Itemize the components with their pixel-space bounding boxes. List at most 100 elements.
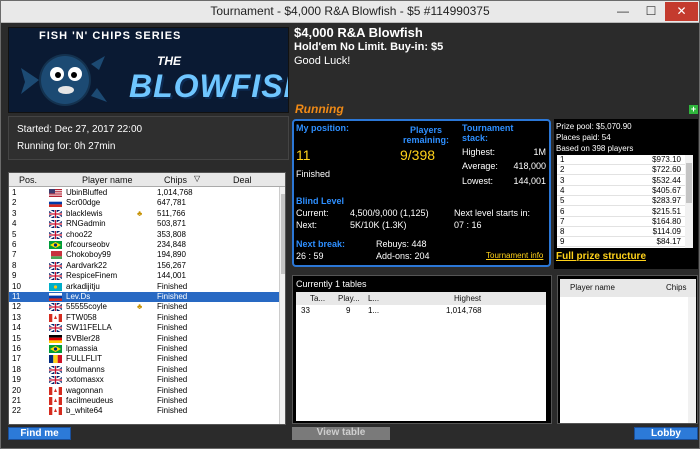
player-row[interactable]: 18 koulmanns Finished xyxy=(9,365,279,375)
player-row[interactable]: 13 FTW058 Finished xyxy=(9,313,279,323)
header-low[interactable]: L... xyxy=(368,294,379,303)
player-row[interactable]: 16 lpmassia Finished xyxy=(9,344,279,354)
title-bar[interactable]: Tournament - $4,000 R&A Blowfish - $5 #1… xyxy=(1,1,699,23)
player-row[interactable]: 2 Scr00dge 647,781 xyxy=(9,198,279,208)
player-row[interactable]: 6 ofcourseobv 234,848 xyxy=(9,240,279,250)
player-row[interactable]: 15 BVBler28 Finished xyxy=(9,334,279,344)
header-tp-chips[interactable]: Chips xyxy=(666,283,686,292)
player-pos: 21 xyxy=(12,396,21,405)
player-chips: Finished xyxy=(157,385,188,395)
maximize-button[interactable]: ☐ xyxy=(637,2,665,21)
player-row[interactable]: 8 Aardvark22 156,267 xyxy=(9,261,279,271)
addons-text: Add-ons: 204 xyxy=(376,251,430,261)
header-tp-name[interactable]: Player name xyxy=(570,283,615,292)
player-row[interactable]: 14 SW11FELLA Finished xyxy=(9,323,279,333)
country-flag-icon xyxy=(49,241,62,249)
player-row[interactable]: 9 RespiceFinem 144,001 xyxy=(9,271,279,281)
banner-the-text: THE xyxy=(157,54,181,68)
player-pos: 10 xyxy=(12,281,21,291)
player-name: BVBler28 xyxy=(66,333,100,343)
close-button[interactable]: ✕ xyxy=(665,2,698,21)
player-row[interactable]: 17 FULLFLIT Finished xyxy=(9,354,279,364)
header-player-name[interactable]: Player name xyxy=(82,175,133,185)
header-highest[interactable]: Highest xyxy=(454,294,481,303)
header-deal[interactable]: Deal xyxy=(233,175,252,185)
tournament-stack-label: Tournament stack: xyxy=(462,123,514,143)
scrollbar-thumb[interactable] xyxy=(686,163,692,203)
prize-pool: Prize pool: $5,070.90 xyxy=(556,122,632,131)
prize-table: 1 $973.10 2 $722.60 3 $532.44 4 $405.67 5 $283.97… xyxy=(557,155,685,248)
player-chips: 234,848 xyxy=(157,240,186,249)
country-flag-icon xyxy=(49,220,62,229)
player-row[interactable]: 3 blacklewis ♣ 511,766 xyxy=(9,209,279,219)
find-me-button[interactable]: Find me xyxy=(8,427,71,440)
next-level-value: 07 : 16 xyxy=(454,220,482,230)
player-name: SW11FELLA xyxy=(66,323,112,333)
player-name: Aardvark22 xyxy=(66,260,107,270)
player-chips: Finished xyxy=(157,364,188,374)
view-table-button[interactable]: View table xyxy=(292,427,390,440)
prize-place: 7 xyxy=(560,216,565,226)
header-chips[interactable]: Chips xyxy=(164,175,187,185)
player-pos: 6 xyxy=(12,240,17,249)
prize-amount: $164.80 xyxy=(652,216,681,226)
average-value: 418,000 xyxy=(513,161,546,171)
header-pos[interactable]: Pos. xyxy=(19,175,37,185)
header-table[interactable]: Ta... xyxy=(310,294,325,303)
table-players-body xyxy=(560,297,688,423)
tournament-window: Tournament - $4,000 R&A Blowfish - $5 #1… xyxy=(0,0,700,449)
running-time: Running for: 0h 27min xyxy=(17,141,116,152)
player-chips: Finished xyxy=(157,396,188,405)
prize-place: 6 xyxy=(560,206,565,216)
lobby-button[interactable]: Lobby xyxy=(634,427,698,440)
player-row[interactable]: 4 RNGadmin 503,871 xyxy=(9,219,279,229)
tournament-info: $4,000 R&A Blowfish Hold'em No Limit. Bu… xyxy=(294,25,694,68)
table-players-scrollbar[interactable] xyxy=(688,297,696,423)
player-name: RNGadmin xyxy=(66,219,106,229)
next-break-value: 26 : 59 xyxy=(296,251,324,261)
prize-amount: $532.44 xyxy=(652,175,681,185)
tournament-name: $4,000 R&A Blowfish xyxy=(294,25,423,40)
players-remaining-label: Players remaining: xyxy=(402,125,449,145)
player-row[interactable]: 7 Chokoboy99 194,890 xyxy=(9,250,279,260)
table-row[interactable]: 33 9 1... 1,014,768 xyxy=(296,305,546,317)
prize-place: 3 xyxy=(560,175,565,185)
tournament-game: Hold'em No Limit. Buy-in: $5 xyxy=(294,41,444,53)
player-row[interactable]: 12 55555coyle ♣ Finished xyxy=(9,302,279,312)
average-label: Average: xyxy=(462,161,498,171)
full-prize-structure-link[interactable]: Full prize structure xyxy=(556,251,646,262)
timing-panel: Started: Dec 27, 2017 22:00 Running for:… xyxy=(8,116,289,160)
player-row[interactable]: 19 xxtomasxx Finished xyxy=(9,375,279,385)
player-row[interactable]: 22 b_white64 Finished xyxy=(9,406,279,416)
table-low: 1... xyxy=(368,306,380,315)
country-flag-icon xyxy=(49,230,62,239)
player-chips: 144,001 xyxy=(157,271,186,281)
minimize-button[interactable]: — xyxy=(609,2,637,21)
player-row[interactable]: 10 arkadijitju Finished xyxy=(9,282,279,292)
tournament-status: Running xyxy=(295,102,344,116)
player-name: facilmeudeus xyxy=(66,396,114,405)
player-row[interactable]: 11 Lev.Ds Finished xyxy=(9,292,279,302)
players-scrollbar[interactable] xyxy=(279,187,285,424)
player-pos: 3 xyxy=(12,208,17,218)
player-chips: 194,890 xyxy=(157,250,186,260)
scrollbar-thumb[interactable] xyxy=(281,194,285,274)
prize-amount: $84.17 xyxy=(656,237,681,247)
prize-amount: $114.09 xyxy=(652,227,681,237)
player-name: Scr00dge xyxy=(66,198,101,208)
country-flag-icon xyxy=(49,407,62,416)
header-players[interactable]: Play... xyxy=(338,294,360,303)
player-row[interactable]: 20 wagonnan Finished xyxy=(9,386,279,396)
prize-scrollbar[interactable] xyxy=(685,155,693,248)
tables-header: Ta... Play... L... Highest xyxy=(296,292,546,305)
player-row[interactable]: 1 UbinBluffed 1,014,768 xyxy=(9,188,279,198)
tournament-info-link[interactable]: Tournament info xyxy=(486,251,543,260)
banner-series-text: FISH 'N' CHIPS SERIES xyxy=(39,30,182,42)
country-flag-icon xyxy=(49,334,62,343)
my-position-panel: My position: 11 Finished Players remaini… xyxy=(292,119,551,267)
expand-plus-button[interactable]: + xyxy=(689,105,698,114)
blowfish-mascot-icon xyxy=(21,54,107,106)
player-row[interactable]: 21 facilmeudeus Finished xyxy=(9,396,279,406)
prize-place: 4 xyxy=(560,185,565,195)
player-row[interactable]: 5 choo22 353,808 xyxy=(9,230,279,240)
